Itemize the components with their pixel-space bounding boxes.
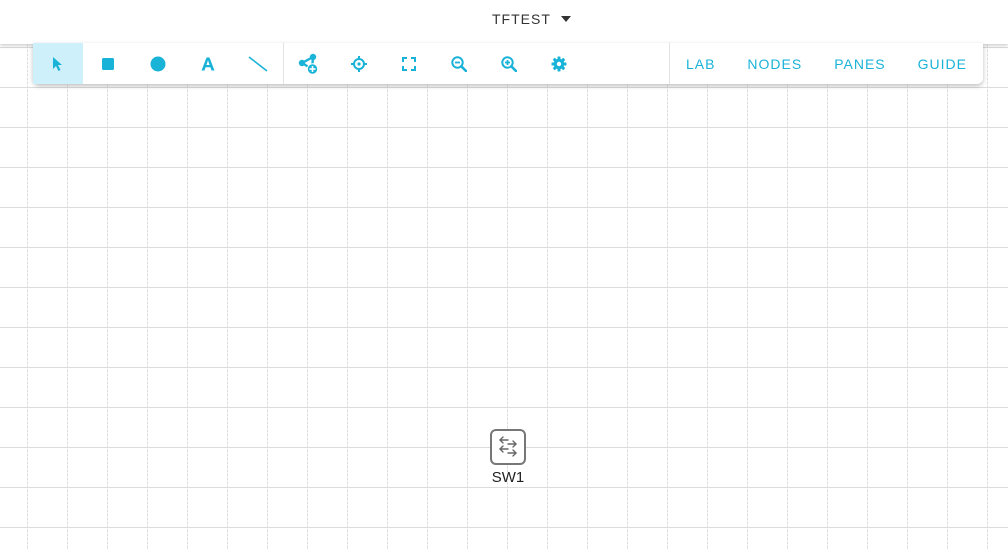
text-a-icon bbox=[201, 57, 215, 70]
menu-guide[interactable]: GUIDE bbox=[902, 43, 983, 84]
circle-icon bbox=[150, 56, 166, 71]
lab-name: TFTEST bbox=[492, 11, 551, 27]
node-label: SW1 bbox=[491, 469, 525, 486]
gear-icon bbox=[551, 56, 567, 71]
square-icon bbox=[102, 57, 114, 70]
lab-selector[interactable]: TFTEST bbox=[492, 11, 571, 27]
text-tool-button[interactable] bbox=[183, 43, 233, 84]
rectangle-tool-button[interactable] bbox=[83, 43, 133, 84]
settings-button[interactable] bbox=[534, 43, 584, 84]
pointer-arrow-icon bbox=[53, 56, 62, 71]
ellipse-tool-button[interactable] bbox=[133, 43, 183, 84]
menu-panes[interactable]: PANES bbox=[818, 43, 901, 84]
select-tool-button[interactable] bbox=[33, 43, 83, 84]
center-view-button[interactable] bbox=[334, 43, 384, 84]
zoom-in-button[interactable] bbox=[484, 43, 534, 84]
add-node-icon bbox=[298, 53, 319, 75]
switch-icon bbox=[490, 429, 526, 465]
fit-screen-icon bbox=[402, 56, 416, 71]
menu-nodes[interactable]: NODES bbox=[731, 43, 818, 84]
fit-screen-button[interactable] bbox=[384, 43, 434, 84]
toolbar: LAB NODES PANES GUIDE bbox=[33, 43, 983, 84]
crosshair-icon bbox=[351, 55, 367, 72]
line-tool-button[interactable] bbox=[233, 43, 283, 84]
add-node-button[interactable] bbox=[284, 43, 334, 84]
menu-lab[interactable]: LAB bbox=[670, 43, 731, 84]
top-bar: TFTEST bbox=[0, 0, 1008, 44]
caret-down-icon bbox=[560, 16, 571, 22]
node-sw1[interactable]: SW1 bbox=[486, 429, 530, 486]
zoom-in-icon bbox=[501, 55, 517, 72]
line-icon bbox=[248, 55, 268, 72]
zoom-out-button[interactable] bbox=[434, 43, 484, 84]
zoom-out-icon bbox=[451, 55, 467, 72]
